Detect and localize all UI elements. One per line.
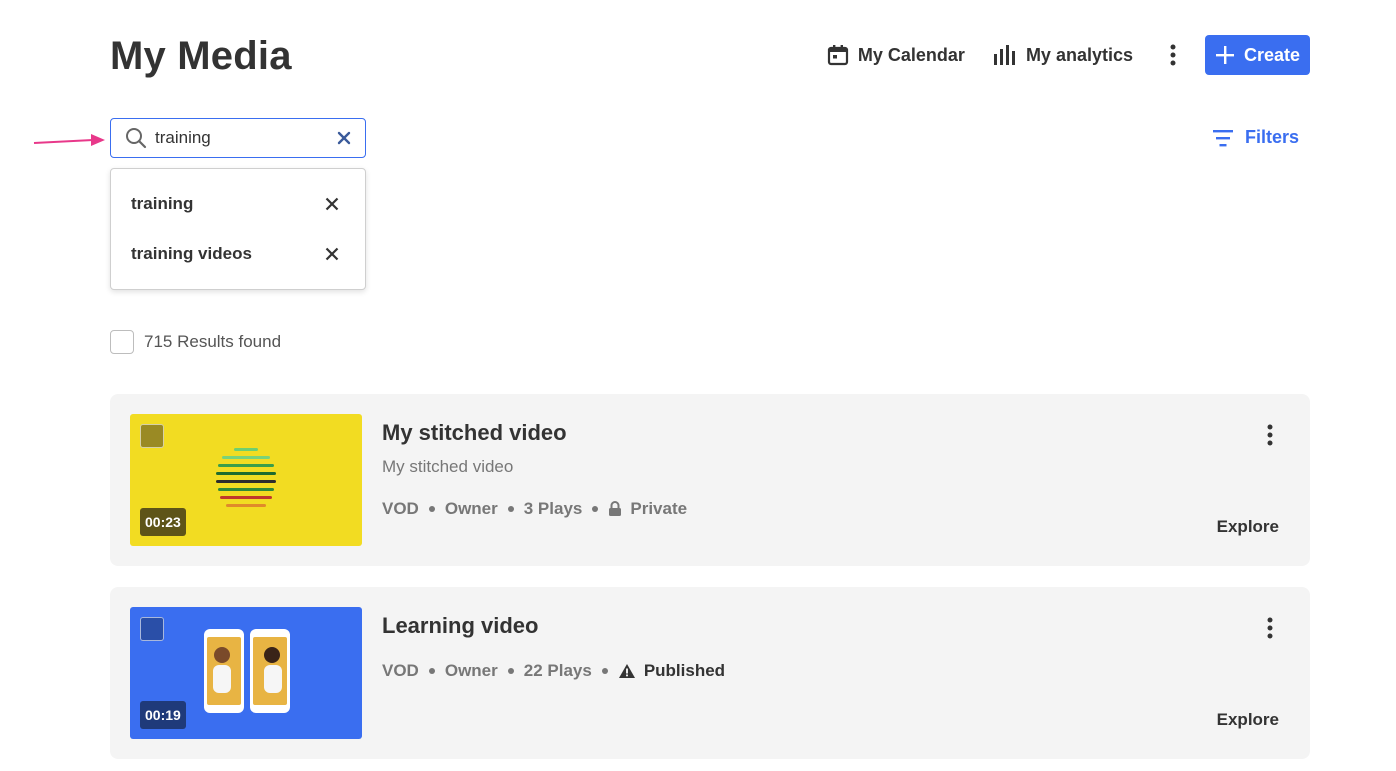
filters-button[interactable]: Filters	[1212, 127, 1299, 148]
remove-suggestion-icon[interactable]	[325, 247, 339, 261]
more-options-button[interactable]	[1163, 44, 1183, 66]
entry-metadata: VOD Owner 22 Plays Published	[382, 661, 725, 681]
media-entry-card: 00:23 My stitched video My stitched vide…	[110, 394, 1310, 566]
remove-suggestion-icon[interactable]	[325, 197, 339, 211]
separator-dot	[507, 668, 514, 674]
entry-type: VOD	[382, 499, 419, 518]
kebab-icon	[1267, 424, 1273, 446]
duration-badge: 00:19	[140, 701, 186, 729]
create-button[interactable]: Create	[1205, 35, 1310, 75]
suggestion-label: training	[131, 194, 194, 213]
my-analytics-link[interactable]: My analytics	[993, 44, 1133, 66]
suggestion-label: training videos	[131, 244, 252, 263]
search-suggestions-dropdown: training training videos	[110, 168, 366, 290]
separator-dot	[592, 506, 599, 512]
warning-icon	[618, 664, 635, 678]
entry-thumbnail[interactable]: 00:23	[130, 414, 362, 546]
kebab-icon	[1170, 44, 1176, 66]
bar-chart-icon	[993, 45, 1015, 65]
results-row: 715 Results found	[110, 330, 281, 354]
calendar-icon	[827, 45, 848, 66]
create-label: Create	[1243, 44, 1301, 65]
suggestion-item[interactable]: training videos	[131, 239, 339, 269]
entry-select-checkbox[interactable]	[140, 617, 164, 641]
entry-status: Published	[618, 661, 725, 681]
entry-status-label: Private	[630, 499, 688, 518]
suggestion-item[interactable]: training	[131, 189, 339, 219]
select-all-checkbox[interactable]	[110, 330, 134, 354]
entry-actions-button[interactable]	[1260, 424, 1280, 446]
entry-thumbnail[interactable]: 00:19	[130, 607, 362, 739]
separator-dot	[428, 668, 435, 674]
entry-metadata: VOD Owner 3 Plays Private	[382, 499, 687, 519]
search-icon	[125, 127, 147, 149]
separator-dot	[507, 506, 514, 512]
entry-plays: 22 Plays	[523, 661, 592, 680]
entry-status: Private	[608, 499, 687, 519]
separator-dot	[601, 668, 608, 674]
my-analytics-label: My analytics	[1025, 44, 1133, 65]
my-calendar-label: My Calendar	[857, 44, 965, 65]
duration-badge: 00:23	[140, 508, 186, 536]
entry-role: Owner	[444, 661, 498, 680]
filters-label: Filters	[1244, 127, 1299, 147]
clear-search-icon[interactable]	[337, 131, 351, 145]
page-title: My Media	[110, 34, 292, 78]
lock-icon	[609, 501, 622, 516]
plus-icon	[1215, 46, 1234, 64]
kebab-icon	[1267, 617, 1273, 639]
results-count: 715 Results found	[144, 332, 282, 351]
entry-actions-button[interactable]	[1260, 617, 1280, 639]
entry-role: Owner	[444, 499, 498, 518]
explore-link[interactable]: Explore	[1217, 517, 1279, 537]
my-calendar-link[interactable]: My Calendar	[827, 44, 965, 66]
entry-type: VOD	[382, 661, 419, 680]
search-input[interactable]	[155, 128, 325, 148]
explore-link[interactable]: Explore	[1217, 710, 1279, 730]
separator-dot	[428, 506, 435, 512]
header-actions: My Calendar My analytics Create	[799, 35, 1310, 75]
entry-select-checkbox[interactable]	[140, 424, 164, 448]
entry-description: My stitched video	[382, 457, 514, 476]
pointer-arrow-icon	[33, 134, 105, 146]
filter-icon	[1212, 129, 1233, 146]
search-field[interactable]	[110, 118, 366, 158]
media-entry-card: 00:19 Learning video VOD Owner 22 Plays …	[110, 587, 1310, 759]
entry-plays: 3 Plays	[523, 499, 583, 518]
entry-title[interactable]: My stitched video	[382, 420, 567, 446]
entry-title[interactable]: Learning video	[382, 613, 538, 639]
entry-status-label: Published	[643, 661, 726, 680]
